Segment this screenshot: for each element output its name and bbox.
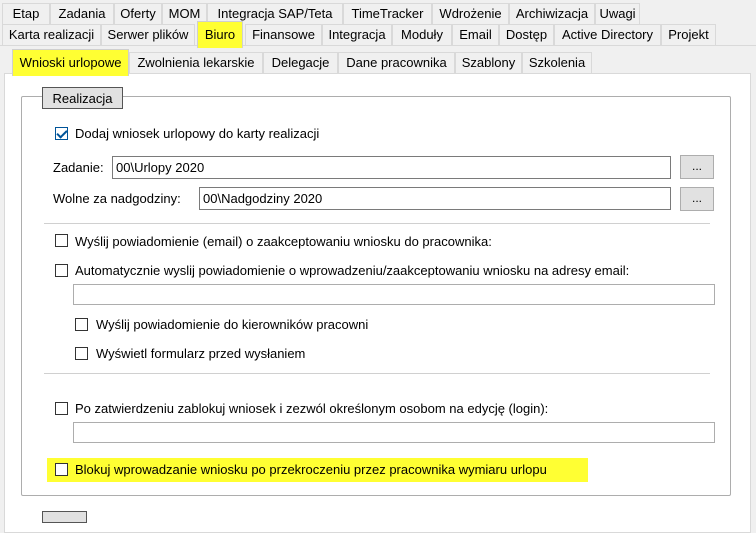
notify-managers-checkbox[interactable]	[75, 318, 88, 331]
tabrow-main: Etap Zadania Oferty MOM Integracja SAP/T…	[0, 3, 756, 24]
add-to-card-checkbox[interactable]	[55, 127, 68, 140]
tab-szkolenia[interactable]: Szkolenia	[522, 52, 592, 73]
tab-wdrozenie[interactable]: Wdrożenie	[432, 3, 509, 24]
tab-delegacje[interactable]: Delegacje	[263, 52, 338, 73]
lock-request-login-field[interactable]	[73, 422, 715, 443]
tab-separator	[0, 45, 756, 46]
divider	[44, 223, 710, 224]
tab-dostep[interactable]: Dostęp	[499, 24, 554, 45]
lock-request-label: Po zatwierdzeniu zablokuj wniosek i zezw…	[75, 401, 549, 416]
tab-zwolnienia-lekarskie[interactable]: Zwolnienia lekarskie	[129, 52, 263, 73]
tab-serwer-plikow[interactable]: Serwer plików	[101, 24, 195, 45]
tab-email[interactable]: Email	[452, 24, 499, 45]
tab-uwagi[interactable]: Uwagi	[595, 3, 640, 24]
tab-zadania[interactable]: Zadania	[50, 3, 114, 24]
tab-finansowe[interactable]: Finansowe	[245, 24, 322, 45]
notify-employee-label: Wyślij powiadomienie (email) o zaakcepto…	[75, 234, 492, 249]
tab-active-directory[interactable]: Active Directory	[554, 24, 661, 45]
tab-szablony[interactable]: Szablony	[455, 52, 522, 73]
task-field[interactable]: 00\Urlopy 2020	[112, 156, 671, 179]
realizacja-group-button[interactable]: Realizacja	[42, 87, 123, 109]
tabrow-biuro-subtabs: Wnioski urlopowe Zwolnienia lekarskie De…	[0, 49, 756, 76]
divider	[44, 373, 710, 374]
overtime-browse-button[interactable]: ...	[680, 187, 714, 211]
block-over-limit-label: Blokuj wprowadzanie wniosku po przekrocz…	[75, 462, 547, 477]
partial-button[interactable]	[42, 511, 87, 523]
tab-karta-realizacji[interactable]: Karta realizacji	[2, 24, 101, 45]
lock-request-checkbox[interactable]	[55, 402, 68, 415]
add-to-card-label: Dodaj wniosek urlopowy do karty realizac…	[75, 126, 320, 141]
tab-etap[interactable]: Etap	[2, 3, 50, 24]
tab-integracja[interactable]: Integracja	[322, 24, 392, 45]
tab-timetracker[interactable]: TimeTracker	[343, 3, 432, 24]
tab-archiwizacja[interactable]: Archiwizacja	[509, 3, 595, 24]
tab-projekt[interactable]: Projekt	[661, 24, 716, 45]
block-over-limit-checkbox[interactable]	[55, 463, 68, 476]
overtime-label: Wolne za nadgodziny:	[53, 191, 181, 206]
notify-employee-checkbox[interactable]	[55, 234, 68, 247]
show-form-label: Wyświetl formularz przed wysłaniem	[96, 346, 306, 361]
tab-biuro[interactable]: Biuro	[197, 21, 243, 48]
tabrow-sections: Karta realizacji Serwer plików Biuro Fin…	[0, 21, 756, 48]
auto-notify-label: Automatycznie wyslij powiadomienie o wpr…	[75, 263, 630, 278]
tab-oferty[interactable]: Oferty	[114, 3, 162, 24]
tab-wnioski-urlopowe[interactable]: Wnioski urlopowe	[12, 49, 129, 76]
overtime-field[interactable]: 00\Nadgodziny 2020	[199, 187, 671, 210]
task-browse-button[interactable]: ...	[680, 155, 714, 179]
auto-notify-email-field[interactable]	[73, 284, 715, 305]
task-label: Zadanie:	[53, 160, 104, 175]
tab-moduly[interactable]: Moduły	[392, 24, 452, 45]
tab-dane-pracownika[interactable]: Dane pracownika	[338, 52, 455, 73]
notify-managers-label: Wyślij powiadomienie do kierowników prac…	[96, 317, 369, 332]
auto-notify-checkbox[interactable]	[55, 264, 68, 277]
show-form-checkbox[interactable]	[75, 347, 88, 360]
